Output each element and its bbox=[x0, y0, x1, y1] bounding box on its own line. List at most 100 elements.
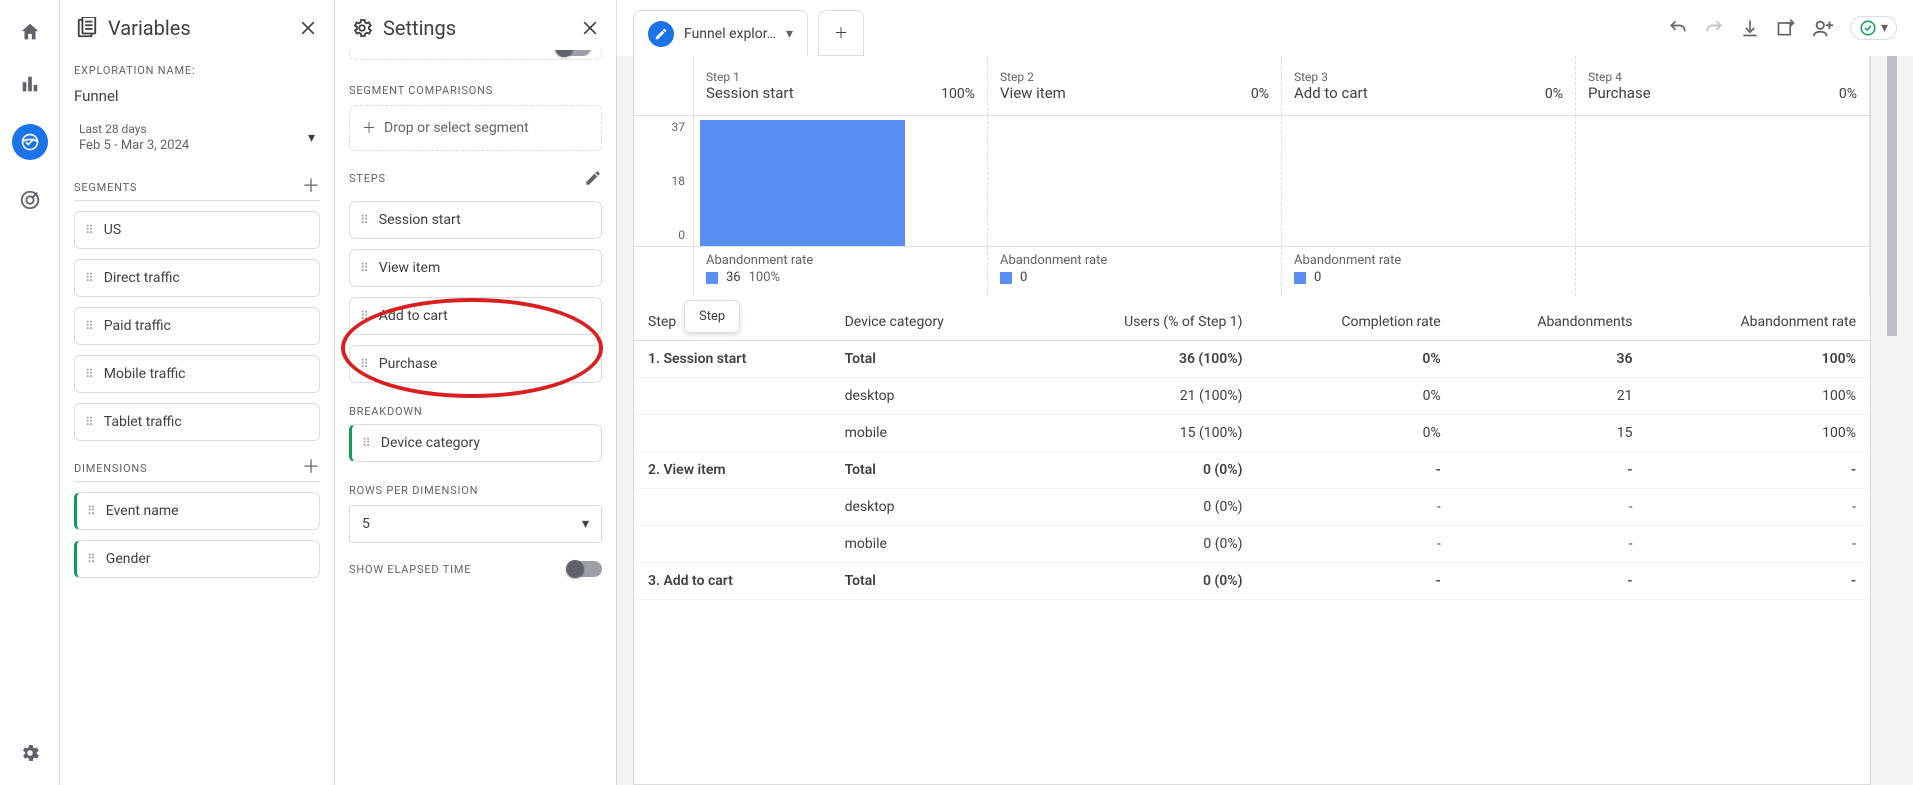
dimensions-label: DIMENSIONS bbox=[74, 462, 147, 475]
variables-icon bbox=[76, 17, 98, 39]
segment-chip[interactable]: ⠿Direct traffic bbox=[74, 259, 320, 297]
series-swatch bbox=[1000, 272, 1012, 284]
table-row[interactable]: mobile0 (0%)--- bbox=[634, 526, 1870, 563]
home-icon[interactable] bbox=[18, 20, 42, 44]
step-chip[interactable]: ⠿View item bbox=[349, 249, 602, 287]
drag-handle-icon: ⠿ bbox=[85, 320, 94, 332]
settings-panel: Settings SEGMENT COMPARISONS ＋ Drop or s… bbox=[335, 0, 617, 785]
drag-handle-icon: ⠿ bbox=[87, 505, 96, 517]
settings-title: Settings bbox=[383, 16, 456, 40]
admin-gear-icon[interactable] bbox=[18, 741, 42, 765]
drag-handle-icon: ⠿ bbox=[85, 224, 94, 236]
show-elapsed-label: SHOW ELAPSED TIME bbox=[349, 563, 471, 576]
segment-chip[interactable]: ⠿US bbox=[74, 211, 320, 249]
breakdown-chip[interactable]: ⠿ Device category bbox=[349, 424, 602, 462]
step-chip[interactable]: ⠿Add to cart bbox=[349, 297, 602, 335]
table-row[interactable]: desktop0 (0%)--- bbox=[634, 489, 1870, 526]
funnel-bar-cell bbox=[988, 116, 1282, 246]
exploration-name-label: EXPLORATION NAME: bbox=[74, 64, 320, 77]
rows-per-dimension-label: ROWS PER DIMENSION bbox=[349, 484, 602, 497]
add-tab-button[interactable]: ＋ bbox=[818, 10, 864, 56]
table-row[interactable]: 1. Session startTotal36 (100%)0%36100% bbox=[634, 341, 1870, 378]
rows-per-dimension-select[interactable]: 5 ▾ bbox=[349, 505, 602, 543]
date-preset: Last 28 days bbox=[79, 122, 189, 136]
variables-panel: Variables EXPLORATION NAME: Funnel Last … bbox=[60, 0, 335, 785]
nav-rail bbox=[0, 0, 60, 785]
steps-label: STEPS bbox=[349, 172, 386, 185]
edit-steps-button[interactable] bbox=[584, 169, 602, 187]
drag-handle-icon: ⠿ bbox=[360, 262, 369, 274]
series-swatch bbox=[706, 272, 718, 284]
drag-handle-icon: ⠿ bbox=[360, 214, 369, 226]
table-column-header[interactable]: Users (% of Step 1) bbox=[1029, 304, 1257, 341]
table-column-header[interactable]: Device category bbox=[831, 304, 1029, 341]
funnel-step-header[interactable]: Step 4Purchase0% bbox=[1576, 56, 1870, 116]
table-column-header[interactable]: Abandonment rate bbox=[1647, 304, 1870, 341]
share-icon[interactable] bbox=[1812, 17, 1834, 39]
explore-icon[interactable] bbox=[12, 124, 48, 160]
tab-label: Funnel explor… bbox=[684, 26, 776, 42]
drag-handle-icon: ⠿ bbox=[87, 553, 96, 565]
abandonment-cell: Abandonment rate36100% bbox=[694, 247, 988, 296]
step-chip[interactable]: ⠿Purchase bbox=[349, 345, 602, 383]
table-row[interactable]: desktop21 (100%)0%21100% bbox=[634, 378, 1870, 415]
abandonment-cell bbox=[1576, 247, 1870, 296]
date-range-picker[interactable]: Last 28 days Feb 5 - Mar 3, 2024 ▾ bbox=[74, 115, 320, 160]
funnel-step-header[interactable]: Step 3Add to cart0% bbox=[1282, 56, 1576, 116]
table-row[interactable]: 2. View itemTotal0 (0%)--- bbox=[634, 452, 1870, 489]
export-icon[interactable] bbox=[1776, 18, 1796, 38]
drag-handle-icon: ⠿ bbox=[85, 368, 94, 380]
series-swatch bbox=[1294, 272, 1306, 284]
dropdown-caret-icon: ▾ bbox=[308, 130, 315, 146]
segment-comparisons-label: SEGMENT COMPARISONS bbox=[349, 84, 602, 97]
exploration-name-input[interactable]: Funnel bbox=[74, 83, 320, 115]
drag-handle-icon: ⠿ bbox=[362, 437, 371, 449]
undo-icon[interactable] bbox=[1668, 18, 1688, 38]
variables-title: Variables bbox=[108, 16, 191, 40]
segment-chip[interactable]: ⠿Paid traffic bbox=[74, 307, 320, 345]
dimension-chip[interactable]: ⠿Gender bbox=[74, 540, 320, 578]
download-icon[interactable] bbox=[1740, 18, 1760, 38]
tab-caret-icon[interactable]: ▾ bbox=[786, 26, 793, 42]
add-dimension-button[interactable]: ＋ bbox=[302, 459, 320, 477]
dimension-chip[interactable]: ⠿Event name bbox=[74, 492, 320, 530]
vertical-scrollbar[interactable] bbox=[1887, 56, 1897, 785]
funnel-table: Step StepDevice categoryUsers (% of Step… bbox=[634, 296, 1870, 784]
dropdown-caret-icon: ▾ bbox=[1881, 20, 1888, 36]
status-chip[interactable]: ▾ bbox=[1850, 16, 1897, 40]
segment-chip[interactable]: ⠿Tablet traffic bbox=[74, 403, 320, 441]
funnel-step-header[interactable]: Step 2View item0% bbox=[988, 56, 1282, 116]
segment-dropzone[interactable]: ＋ Drop or select segment bbox=[349, 105, 602, 151]
drag-handle-icon: ⠿ bbox=[85, 416, 94, 428]
abandonment-cell: Abandonment rate0 bbox=[988, 247, 1282, 296]
funnel-bar-cell bbox=[1576, 116, 1870, 246]
close-settings-icon[interactable] bbox=[580, 18, 600, 38]
funnel-bar bbox=[700, 120, 905, 246]
table-row[interactable]: mobile15 (100%)0%15100% bbox=[634, 415, 1870, 452]
step-chip[interactable]: ⠿Session start bbox=[349, 201, 602, 239]
table-column-header[interactable]: Abandonments bbox=[1455, 304, 1647, 341]
funnel-visualization: Step 1Session start100%Step 2View item0%… bbox=[633, 56, 1871, 785]
funnel-bar-cell bbox=[694, 116, 988, 246]
date-range-text: Feb 5 - Mar 3, 2024 bbox=[79, 138, 189, 153]
close-variables-icon[interactable] bbox=[298, 18, 318, 38]
canvas: Funnel explor… ▾ ＋ ▾ Step 1 bbox=[617, 0, 1913, 785]
segments-label: SEGMENTS bbox=[74, 181, 137, 194]
redo-icon[interactable] bbox=[1704, 18, 1724, 38]
show-elapsed-toggle[interactable] bbox=[568, 561, 602, 577]
add-segment-button[interactable]: ＋ bbox=[302, 178, 320, 196]
abandonment-cell: Abandonment rate0 bbox=[1282, 247, 1576, 296]
dropdown-caret-icon: ▾ bbox=[582, 516, 589, 532]
chart-y-axis: 37180 bbox=[634, 116, 694, 246]
table-column-header[interactable]: Completion rate bbox=[1257, 304, 1455, 341]
breakdown-label: BREAKDOWN bbox=[349, 405, 602, 418]
funnel-step-header[interactable]: Step 1Session start100% bbox=[694, 56, 988, 116]
canvas-toolbar: Funnel explor… ▾ ＋ ▾ bbox=[617, 0, 1913, 56]
advertising-icon[interactable] bbox=[18, 188, 42, 212]
reports-icon[interactable] bbox=[18, 72, 42, 96]
exploration-tab[interactable]: Funnel explor… ▾ bbox=[633, 10, 808, 56]
table-row[interactable]: 3. Add to cartTotal0 (0%)--- bbox=[634, 563, 1870, 600]
segment-chip[interactable]: ⠿Mobile traffic bbox=[74, 355, 320, 393]
drag-handle-icon: ⠿ bbox=[360, 358, 369, 370]
settings-gear-icon bbox=[351, 17, 373, 39]
